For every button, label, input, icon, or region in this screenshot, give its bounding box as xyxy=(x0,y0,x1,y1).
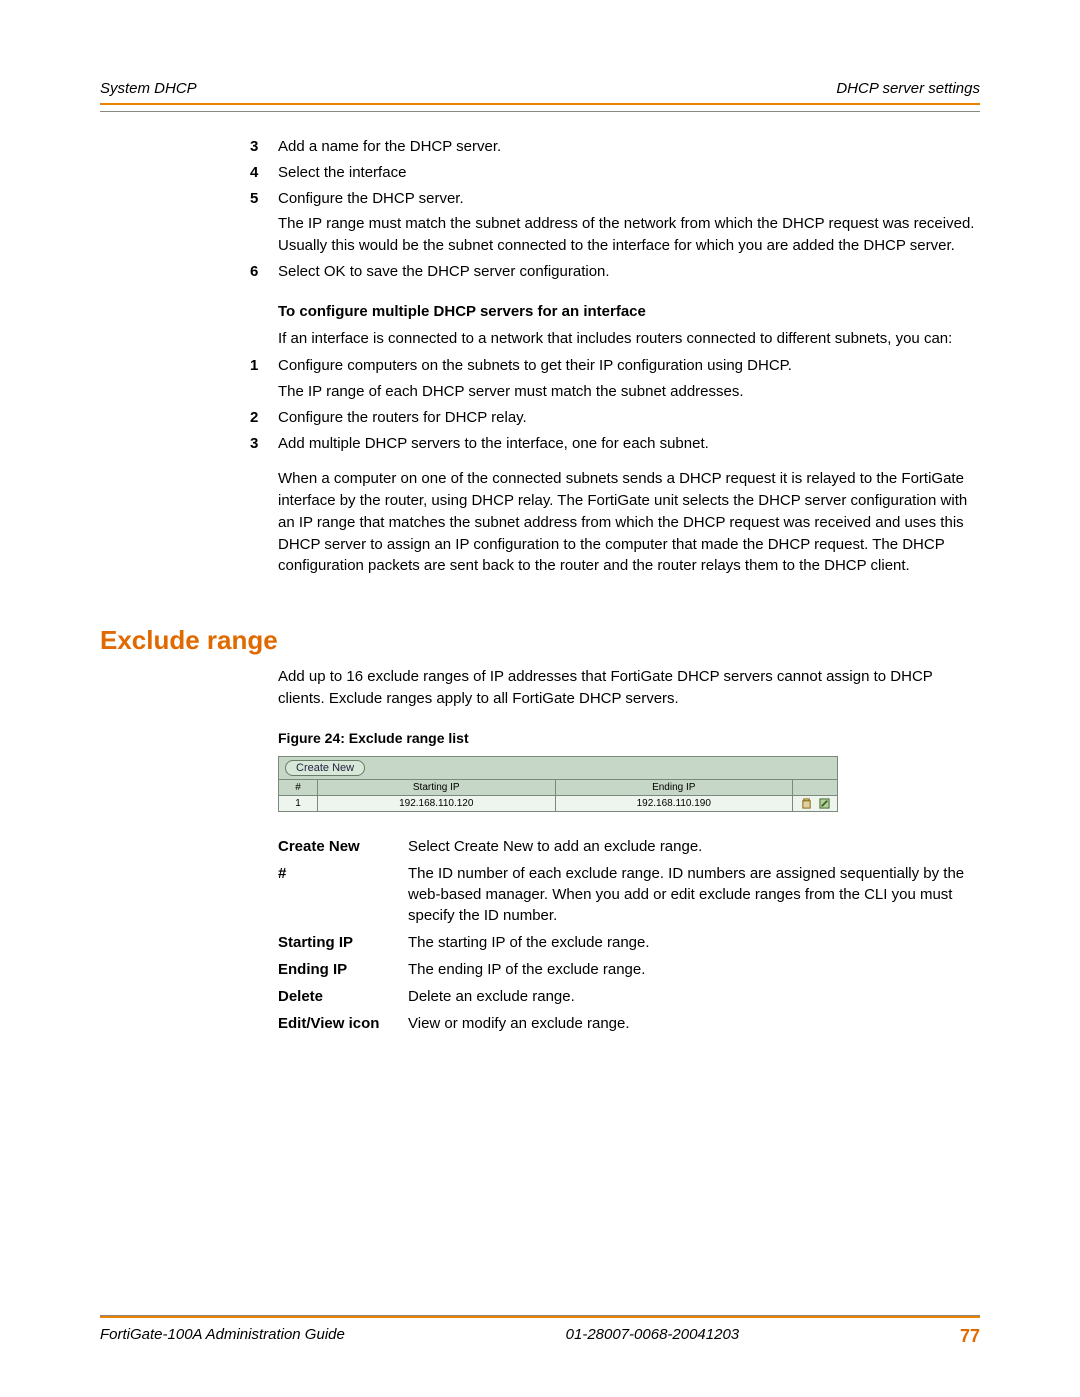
definition-term: Edit/View icon xyxy=(278,1013,408,1034)
step-item: 5 Configure the DHCP server. The IP rang… xyxy=(250,188,980,257)
definition-desc: Delete an exclude range. xyxy=(408,986,980,1007)
paragraph: If an interface is connected to a networ… xyxy=(278,328,980,350)
delete-icon[interactable] xyxy=(801,798,812,809)
definition-row: Delete Delete an exclude range. xyxy=(278,986,980,1007)
definition-term: # xyxy=(278,863,408,926)
cell-ending-ip: 192.168.110.190 xyxy=(556,796,794,811)
step-number: 6 xyxy=(250,261,278,283)
definition-term: Ending IP xyxy=(278,959,408,980)
figure-toolbar: Create New xyxy=(278,756,838,779)
step-text: Configure the DHCP server. The IP range … xyxy=(278,188,980,257)
figure-caption: Figure 24: Exclude range list xyxy=(278,730,980,746)
definition-desc: The ending IP of the exclude range. xyxy=(408,959,980,980)
step-number: 1 xyxy=(250,355,278,403)
step-subtext: The IP range of each DHCP server must ma… xyxy=(278,381,980,403)
definition-row: # The ID number of each exclude range. I… xyxy=(278,863,980,926)
step-text-main: Configure the DHCP server. xyxy=(278,190,464,207)
definition-desc: View or modify an exclude range. xyxy=(408,1013,980,1034)
step-item: 3 Add multiple DHCP servers to the inter… xyxy=(250,433,980,455)
step-number: 3 xyxy=(250,433,278,455)
step-item: 1 Configure computers on the subnets to … xyxy=(250,355,980,403)
definition-term: Create New xyxy=(278,836,408,857)
step-number: 5 xyxy=(250,188,278,257)
figure-table-header: # Starting IP Ending IP xyxy=(278,779,838,796)
section-title: Exclude range xyxy=(100,625,980,656)
cell-actions xyxy=(793,796,837,811)
header-right: DHCP server settings xyxy=(836,80,980,97)
step-text: Add a name for the DHCP server. xyxy=(278,136,980,158)
cell-starting-ip: 192.168.110.120 xyxy=(318,796,556,811)
step-number: 2 xyxy=(250,407,278,429)
step-text: Configure computers on the subnets to ge… xyxy=(278,355,980,403)
step-number: 3 xyxy=(250,136,278,158)
definition-term: Delete xyxy=(278,986,408,1007)
step-number: 4 xyxy=(250,162,278,184)
definition-row: Edit/View icon View or modify an exclude… xyxy=(278,1013,980,1034)
definition-list: Create New Select Create New to add an e… xyxy=(278,836,980,1034)
footer-left: FortiGate-100A Administration Guide xyxy=(100,1326,345,1347)
definition-row: Create New Select Create New to add an e… xyxy=(278,836,980,857)
definition-desc: Select Create New to add an exclude rang… xyxy=(408,836,980,857)
header-rule-grey xyxy=(100,111,980,112)
definition-desc: The starting IP of the exclude range. xyxy=(408,932,980,953)
sub-heading: To configure multiple DHCP servers for a… xyxy=(278,303,980,320)
paragraph: Add up to 16 exclude ranges of IP addres… xyxy=(278,666,980,710)
cell-id: 1 xyxy=(279,796,318,811)
header-rule-orange xyxy=(100,103,980,105)
step-item: 6 Select OK to save the DHCP server conf… xyxy=(250,261,980,283)
paragraph: When a computer on one of the connected … xyxy=(278,468,980,577)
definition-row: Starting IP The starting IP of the exclu… xyxy=(278,932,980,953)
step-text: Configure the routers for DHCP relay. xyxy=(278,407,980,429)
col-header-ending-ip: Ending IP xyxy=(556,780,794,795)
col-header-actions xyxy=(793,780,837,795)
step-text-main: Configure computers on the subnets to ge… xyxy=(278,357,792,374)
header-left: System DHCP xyxy=(100,80,197,97)
footer-rule-orange xyxy=(100,1316,980,1318)
step-subtext: The IP range must match the subnet addre… xyxy=(278,213,980,257)
figure-table-row: 1 192.168.110.120 192.168.110.190 xyxy=(278,796,838,812)
step-item: 3 Add a name for the DHCP server. xyxy=(250,136,980,158)
step-item: 4 Select the interface xyxy=(250,162,980,184)
step-text: Select the interface xyxy=(278,162,980,184)
step-text: Add multiple DHCP servers to the interfa… xyxy=(278,433,980,455)
definition-row: Ending IP The ending IP of the exclude r… xyxy=(278,959,980,980)
edit-icon[interactable] xyxy=(819,798,830,809)
col-header-starting-ip: Starting IP xyxy=(318,780,556,795)
definition-desc: The ID number of each exclude range. ID … xyxy=(408,863,980,926)
step-item: 2 Configure the routers for DHCP relay. xyxy=(250,407,980,429)
create-new-button[interactable]: Create New xyxy=(285,760,365,776)
definition-term: Starting IP xyxy=(278,932,408,953)
page-footer: FortiGate-100A Administration Guide 01-2… xyxy=(100,1315,980,1347)
page-number: 77 xyxy=(960,1326,980,1347)
figure-exclude-range-list: Create New # Starting IP Ending IP 1 192… xyxy=(278,756,838,812)
col-header-id: # xyxy=(279,780,318,795)
footer-center: 01-28007-0068-20041203 xyxy=(566,1326,740,1347)
step-text: Select OK to save the DHCP server config… xyxy=(278,261,980,283)
